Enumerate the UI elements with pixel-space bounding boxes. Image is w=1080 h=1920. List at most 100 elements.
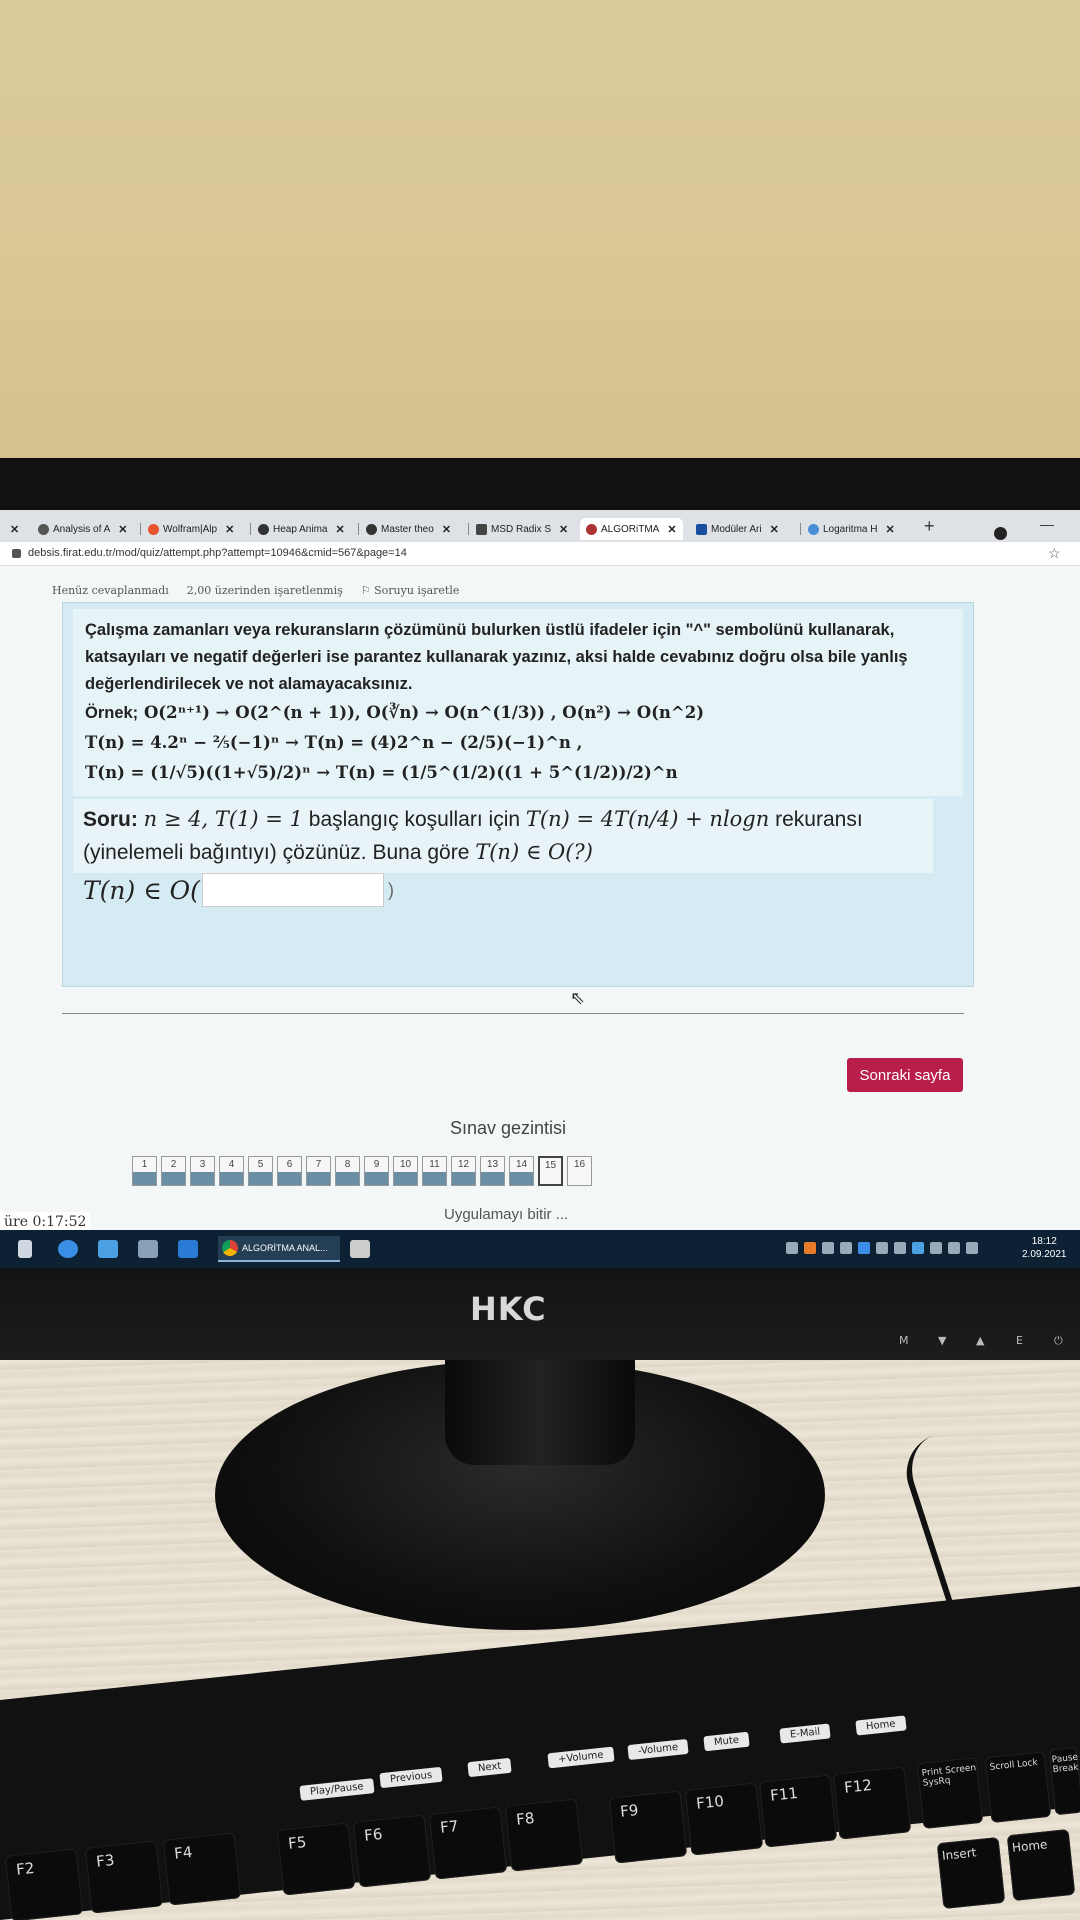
tab-separator (358, 523, 359, 535)
tab-label: Master theo (381, 523, 434, 535)
finish-attempt-link[interactable]: Uygulamayı bitir ... (444, 1206, 568, 1223)
taskbar-chrome-app[interactable]: ALGORİTMA ANAL... (218, 1236, 340, 1262)
key-home[interactable]: Home (1006, 1828, 1076, 1902)
quiz-nav-button[interactable]: 5 (248, 1156, 273, 1186)
edge-icon[interactable] (58, 1240, 78, 1258)
taskbar-clock[interactable]: 18:12 2.09.2021 (1022, 1235, 1067, 1261)
task-view-icon[interactable] (18, 1240, 32, 1258)
tray-k-icon[interactable] (822, 1242, 834, 1254)
monitor-exit-button[interactable]: E (1016, 1334, 1023, 1347)
quiz-nav-button[interactable]: 13 (480, 1156, 505, 1186)
people-icon[interactable] (786, 1242, 798, 1254)
tab-master-theorem[interactable]: Master theo ✕ (366, 520, 451, 538)
tab-msd-radix[interactable]: MSD Radix S ✕ (476, 520, 568, 538)
answer-input[interactable] (201, 873, 384, 907)
tray-app-icon[interactable] (858, 1242, 870, 1254)
next-page-button[interactable]: Sonraki sayfa (847, 1058, 963, 1092)
tab-favicon-icon (148, 523, 159, 535)
key-f11[interactable]: F11 (758, 1774, 838, 1848)
quiz-nav-button[interactable]: 16 (567, 1156, 592, 1186)
key-f5[interactable]: F5 (276, 1822, 356, 1896)
key-insert[interactable]: Insert (936, 1836, 1006, 1910)
quiz-nav-button[interactable]: 3 (190, 1156, 215, 1186)
quiz-navigation-title: Sınav gezintisi (450, 1118, 567, 1138)
volume-icon[interactable] (948, 1242, 960, 1254)
close-icon[interactable]: ✕ (225, 523, 234, 536)
tray-monitor-icon[interactable] (930, 1242, 942, 1254)
tray-network-icon[interactable] (912, 1242, 924, 1254)
address-bar[interactable]: debsis.firat.edu.tr/mod/quiz/attempt.php… (0, 542, 1080, 566)
quiz-nav-button[interactable]: 9 (364, 1156, 389, 1186)
file-explorer-icon[interactable] (98, 1240, 118, 1258)
quiz-nav-button[interactable]: 7 (306, 1156, 331, 1186)
close-icon[interactable]: ✕ (10, 523, 19, 536)
tab-separator (140, 523, 141, 535)
question-panel: Soru: n ≥ 4, T(1) = 1 başlangıç koşullar… (73, 799, 933, 873)
quiz-nav-button[interactable]: 6 (277, 1156, 302, 1186)
quiz-nav-button[interactable]: 2 (161, 1156, 186, 1186)
url-text[interactable]: debsis.firat.edu.tr/mod/quiz/attempt.php… (28, 547, 407, 559)
tray-shield-icon[interactable] (894, 1242, 906, 1254)
key-f9[interactable]: F9 (608, 1790, 688, 1864)
monitor-power-button[interactable]: ⏻ (1054, 1334, 1063, 1348)
key-label: Home (1011, 1837, 1049, 1855)
key-f3[interactable]: F3 (84, 1840, 164, 1914)
monitor-screen: ✕ Analysis of A ✕ Wolfram|Alp ✕ Heap Ani… (0, 510, 1080, 1268)
tab-analysis[interactable]: Analysis of A ✕ (38, 520, 127, 538)
close-icon[interactable]: ✕ (442, 523, 451, 536)
tab-moduler-aritmetik[interactable]: Modüler Ari ✕ (696, 520, 779, 538)
tab-label: Analysis of A (53, 523, 111, 535)
store-icon[interactable] (138, 1240, 158, 1258)
key-f8[interactable]: F8 (504, 1798, 584, 1872)
close-icon[interactable]: ✕ (559, 523, 568, 536)
tray-cloud-icon[interactable] (876, 1242, 888, 1254)
quiz-nav-button[interactable]: 1 (132, 1156, 157, 1186)
taskbar-window-icon[interactable] (350, 1240, 370, 1258)
close-icon[interactable]: ✕ (667, 523, 676, 536)
clock-date: 2.09.2021 (1022, 1249, 1067, 1260)
bookmark-star-icon[interactable]: ☆ (1048, 545, 1061, 562)
close-icon[interactable]: ✕ (118, 523, 127, 536)
monitor-menu-button[interactable]: M (899, 1334, 909, 1347)
tab-favicon-icon (366, 523, 377, 535)
quiz-nav-button[interactable]: 12 (451, 1156, 476, 1186)
key-print-screen[interactable]: Print Screen SysRq (916, 1757, 984, 1829)
close-icon[interactable]: ✕ (770, 523, 779, 536)
tab-heap[interactable]: Heap Anima ✕ (258, 520, 345, 538)
quiz-nav-button[interactable]: 4 (219, 1156, 244, 1186)
tab-algoritma[interactable]: ALGORiTMA ✕ (580, 518, 683, 540)
chrome-icon (222, 1240, 238, 1256)
tab-close-stub[interactable]: ✕ (6, 520, 19, 538)
new-tab-button[interactable]: + (924, 516, 935, 537)
key-f6[interactable]: F6 (352, 1814, 432, 1888)
quiz-nav-button[interactable]: 15 (538, 1156, 563, 1186)
key-f10[interactable]: F10 (684, 1782, 764, 1856)
tray-dropbox-icon[interactable] (840, 1242, 852, 1254)
profile-icon[interactable] (994, 527, 1007, 540)
key-label: F11 (769, 1783, 799, 1805)
key-f4[interactable]: F4 (162, 1832, 242, 1906)
language-icon[interactable] (966, 1242, 978, 1254)
monitor-down-button[interactable]: ▼ (938, 1334, 946, 1347)
mail-icon[interactable] (178, 1240, 198, 1258)
flag-question-link[interactable]: ⚐ Soruyu işaretle (361, 584, 460, 597)
quiz-nav-button[interactable]: 14 (509, 1156, 534, 1186)
tab-favicon-icon (586, 523, 597, 535)
tab-wolfram[interactable]: Wolfram|Alp ✕ (148, 520, 234, 538)
key-label: F10 (695, 1791, 725, 1813)
key-f2[interactable]: F2 (4, 1848, 84, 1920)
close-icon[interactable]: ✕ (885, 523, 894, 536)
key-scroll-lock[interactable]: Scroll Lock (984, 1751, 1052, 1823)
lock-icon (12, 549, 21, 558)
quiz-nav-button[interactable]: 8 (335, 1156, 360, 1186)
close-icon[interactable]: ✕ (335, 523, 344, 536)
minimize-icon[interactable]: — (1040, 516, 1054, 532)
key-f7[interactable]: F7 (428, 1806, 508, 1880)
flag-label: Soruyu işaretle (374, 584, 460, 597)
key-f12[interactable]: F12 (832, 1766, 912, 1840)
monitor-up-button[interactable]: ▲ (976, 1334, 984, 1347)
tray-app-icon[interactable] (804, 1242, 816, 1254)
tab-logaritma[interactable]: Logaritma H ✕ (808, 520, 895, 538)
quiz-nav-button[interactable]: 10 (393, 1156, 418, 1186)
quiz-nav-button[interactable]: 11 (422, 1156, 447, 1186)
